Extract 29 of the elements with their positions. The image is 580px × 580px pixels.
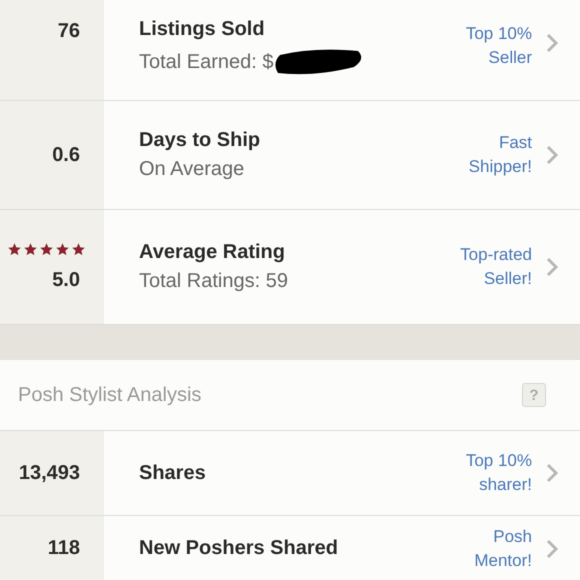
badge-link[interactable]: Top-rated Seller! [442,243,532,291]
stat-subtitle: Total Earned: $ [139,50,274,74]
stat-value: 5.0 [52,269,80,292]
star-icon [71,242,86,257]
star-icon [55,242,70,257]
stat-value: 13,493 [18,462,80,484]
chevron-icon[interactable] [546,145,558,165]
star-icon [7,242,22,257]
stat-title: Listings Sold [139,18,266,41]
badge-link[interactable]: Top 10% sharer! [442,449,532,497]
stat-title: Average Rating [139,241,286,264]
badge-link[interactable]: Fast Shipper! [442,131,532,179]
star-icon [23,242,38,257]
stat-value: 0.6 [52,144,80,166]
stat-title: New Poshers Shared [139,537,339,560]
chevron-icon[interactable] [546,538,558,558]
badge-link[interactable]: Top 10% Seller [442,0,532,70]
stat-value: 118 [48,537,80,560]
stat-title: Days to Ship [139,129,262,152]
section-title: Posh Stylist Analysis [18,384,202,406]
star-icon [39,242,54,257]
stat-value: 76 [58,20,80,43]
chevron-icon[interactable] [546,463,558,483]
chevron-icon[interactable] [546,257,558,277]
stat-subtitle: On Average [139,158,244,181]
badge-link[interactable]: Posh Mentor! [442,524,532,572]
stat-subtitle: Total Ratings: 59 [139,270,288,293]
chevron-icon[interactable] [546,33,558,53]
stat-title: Shares [139,462,207,484]
